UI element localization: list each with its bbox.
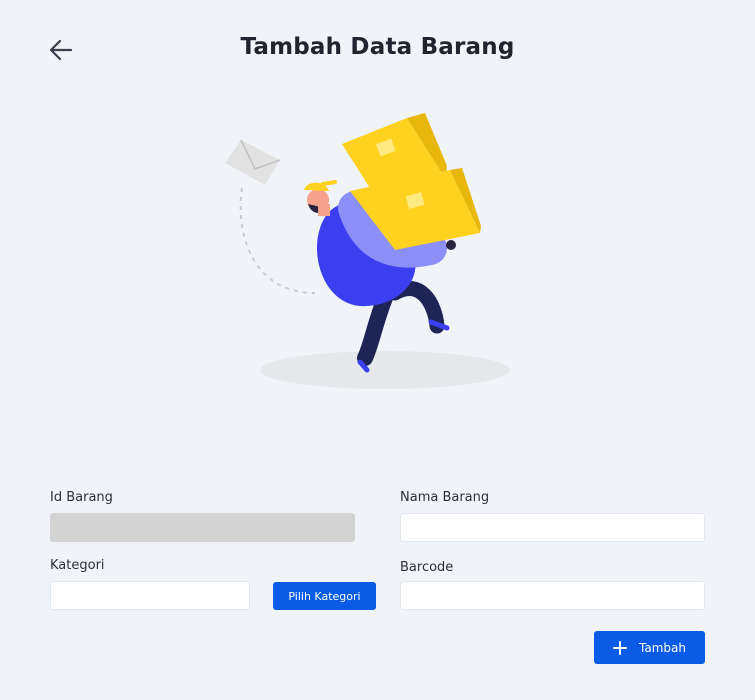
- nama-barang-input[interactable]: [400, 513, 705, 542]
- tambah-button-label: Tambah: [639, 640, 686, 655]
- page-title: Tambah Data Barang: [240, 34, 515, 60]
- kategori-label: Kategori: [50, 558, 105, 573]
- barcode-label: Barcode: [400, 560, 454, 575]
- kategori-input[interactable]: [50, 581, 250, 610]
- delivery-illustration: [225, 113, 510, 389]
- tambah-button[interactable]: Tambah: [594, 631, 705, 664]
- front-leg: [357, 290, 393, 366]
- envelope-icon: [225, 139, 281, 185]
- id-barang-input: [50, 513, 355, 542]
- id-barang-label: Id Barang: [50, 490, 113, 505]
- dashed-trail: [239, 187, 316, 294]
- nama-barang-label: Nama Barang: [400, 490, 490, 505]
- ground-shadow: [260, 351, 510, 389]
- plus-icon: [613, 640, 628, 655]
- pilih-kategori-button[interactable]: Pilih Kategori: [273, 582, 376, 610]
- barcode-input[interactable]: [400, 581, 705, 610]
